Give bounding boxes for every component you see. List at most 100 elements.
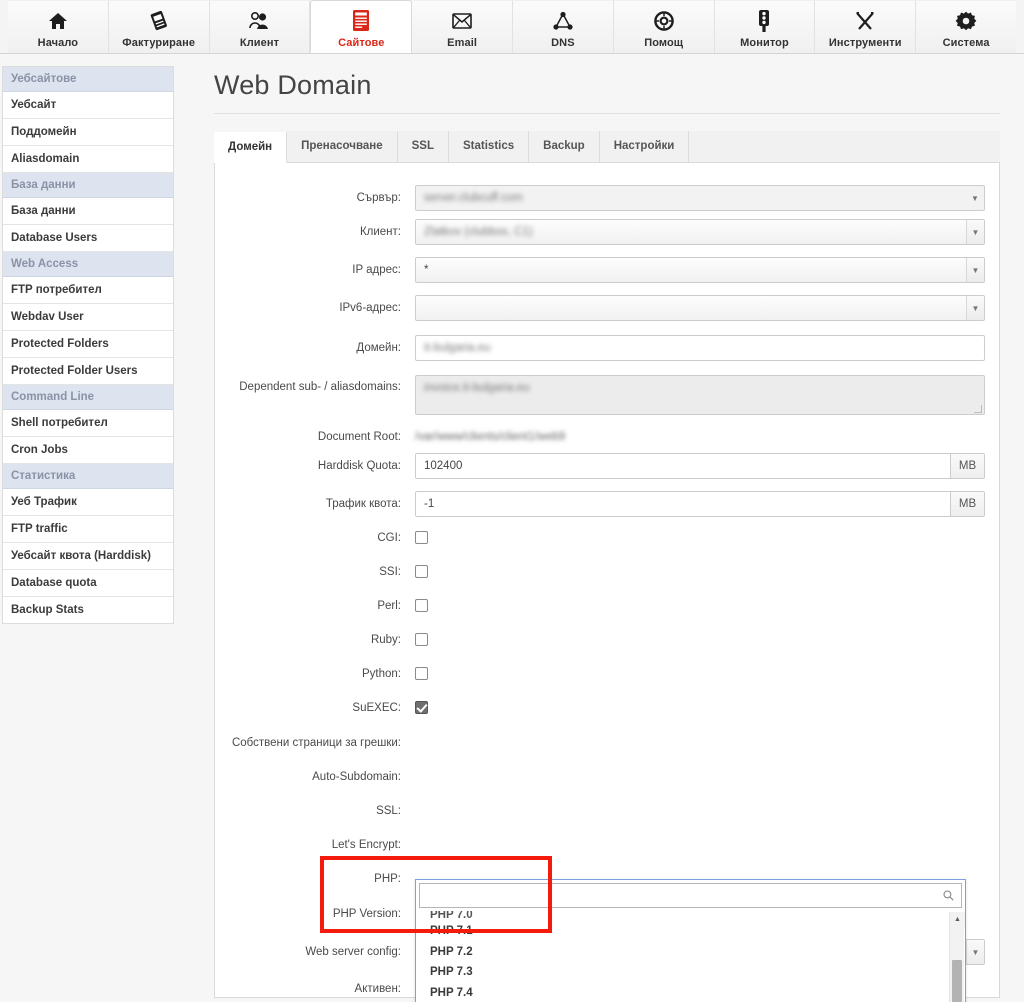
nav-label: Email [447, 37, 478, 49]
dns-icon [552, 8, 574, 34]
field-label: Python: [362, 667, 401, 680]
sidebar-item-database-users[interactable]: Database Users [3, 225, 173, 252]
python-checkbox[interactable] [415, 667, 428, 680]
tab-ssl[interactable]: SSL [397, 131, 449, 162]
resize-grip-icon[interactable] [974, 405, 982, 413]
nav-label: Фактуриране [122, 37, 196, 49]
tab-redirect[interactable]: Пренасочване [287, 131, 398, 162]
dependent-domains-textarea[interactable]: invoice.it-bulgaria.eu [415, 375, 985, 415]
dropdown-option[interactable]: PHP 7.4 [416, 983, 965, 1002]
field-row-ssi: SSI: [215, 565, 985, 578]
sidebar-group-title: Уебсайтове [3, 67, 173, 92]
ip-select[interactable]: * ▼ [415, 257, 985, 283]
field-row-lets-encrypt: Let's Encrypt: [215, 839, 985, 851]
domain-form: Сървър: server.clubcuff.com ▼ Клиент: Zl… [214, 163, 1000, 1002]
nav-item-system[interactable]: Система [916, 0, 1016, 53]
nav-item-help[interactable]: Помощ [613, 0, 715, 53]
sidebar-item-subdomain[interactable]: Поддомейн [3, 119, 173, 146]
harddisk-quota-unit: MB [951, 453, 985, 479]
field-label: SuEXEC: [352, 701, 401, 714]
harddisk-quota-input[interactable]: 102400 [415, 453, 951, 479]
traffic-quota-unit: MB [951, 491, 985, 517]
sidebar-item-shell-user[interactable]: Shell потребител [3, 410, 173, 437]
ipv6-select[interactable]: ▼ [415, 295, 985, 321]
nav-item-dns[interactable]: DNS [512, 0, 614, 53]
domain-input[interactable]: it-bulgaria.eu [415, 335, 985, 361]
php-version-dropdown[interactable]: PHP 7.0 PHP 7.1 PHP 7.2 PHP 7.3 PHP 7.4 … [415, 879, 966, 1002]
dropdown-search-field[interactable] [419, 883, 962, 908]
traffic-quota-input[interactable]: -1 [415, 491, 951, 517]
perl-checkbox[interactable] [415, 599, 428, 612]
nav-label: Система [942, 37, 990, 49]
sidebar-group-title: Web Access [3, 252, 173, 277]
field-label: Harddisk Quota: [317, 460, 401, 472]
nav-item-tools[interactable]: Инструменти [815, 0, 917, 53]
tab-domain[interactable]: Домейн [214, 132, 288, 163]
field-label: Web server config: [305, 946, 401, 958]
dropdown-option-partial[interactable]: PHP 7.0 [416, 911, 965, 921]
sidebar-item-web-traffic[interactable]: Уеб Трафик [3, 489, 173, 516]
monitor-icon [756, 8, 772, 34]
nav-item-monitor[interactable]: Монитор [714, 0, 816, 53]
nav-item-home[interactable]: Начало [8, 0, 109, 53]
field-label: IP адрес: [352, 264, 401, 276]
nav-label: DNS [551, 37, 575, 49]
search-icon [943, 890, 954, 904]
sidebar-item-website[interactable]: Уебсайт [3, 92, 173, 119]
server-value: server.clubcuff.com [424, 192, 523, 204]
server-select[interactable]: server.clubcuff.com ▼ [415, 185, 985, 211]
cgi-checkbox[interactable] [415, 531, 428, 544]
nav-item-client[interactable]: Клиент [209, 0, 311, 53]
sidebar-item-protected-folders[interactable]: Protected Folders [3, 331, 173, 358]
tab-statistics[interactable]: Statistics [449, 131, 530, 162]
system-icon [955, 8, 977, 34]
dropdown-option[interactable]: PHP 7.2 [416, 942, 965, 963]
tab-backup[interactable]: Backup [529, 131, 600, 162]
field-row-perl: Perl: [215, 599, 985, 612]
scrollbar-thumb[interactable] [952, 960, 962, 1002]
nav-label: Инструменти [828, 37, 902, 49]
client-icon [247, 8, 271, 34]
ruby-checkbox[interactable] [415, 633, 428, 646]
field-row-ipv6: IPv6-адрес: ▼ [215, 295, 985, 321]
client-select[interactable]: Zlatkov (clubbox, C1) ▼ [415, 219, 985, 245]
sidebar-item-cron-jobs[interactable]: Cron Jobs [3, 437, 173, 464]
field-label: Auto-Subdomain: [312, 771, 401, 783]
tab-bar: Домейн Пренасочване SSL Statistics Backu… [214, 131, 1000, 163]
sidebar-item-aliasdomain[interactable]: Aliasdomain [3, 146, 173, 173]
sidebar-item-ftp-traffic[interactable]: FTP traffic [3, 516, 173, 543]
dropdown-scrollbar[interactable]: ▲ ▼ [949, 912, 965, 1002]
field-label: Клиент: [359, 226, 401, 238]
page-title: Web Domain [214, 70, 372, 100]
tools-icon [854, 8, 876, 34]
field-label: Домейн: [356, 342, 401, 354]
field-row-python: Python: [215, 667, 985, 680]
sidebar-item-database[interactable]: База данни [3, 198, 173, 225]
field-label: CGI: [377, 531, 401, 544]
dropdown-option-list[interactable]: PHP 7.0 PHP 7.1 PHP 7.2 PHP 7.3 PHP 7.4 … [416, 911, 965, 1002]
dropdown-option[interactable]: PHP 7.3 [416, 962, 965, 983]
field-row-auto-subdomain: Auto-Subdomain: [215, 771, 985, 783]
sidebar-item-ftp-user[interactable]: FTP потребител [3, 277, 173, 304]
sidebar-item-database-quota[interactable]: Database quota [3, 570, 173, 597]
chevron-down-icon: ▼ [971, 193, 979, 203]
field-label: Трафик квота: [325, 498, 401, 510]
suexec-checkbox[interactable] [415, 701, 428, 714]
email-icon [450, 8, 474, 34]
nav-item-email[interactable]: Email [412, 0, 513, 53]
chevron-down-icon: ▼ [966, 296, 984, 320]
field-row-ip: IP адрес: * ▼ [215, 257, 985, 283]
sidebar-item-website-quota[interactable]: Уебсайт квота (Harddisk) [3, 543, 173, 570]
nav-item-invoice[interactable]: Фактуриране [108, 0, 210, 53]
ssi-checkbox[interactable] [415, 565, 428, 578]
sidebar-item-webdav-user[interactable]: Webdav User [3, 304, 173, 331]
tab-settings[interactable]: Настройки [599, 131, 690, 162]
sidebar-group-websites: Уебсайтове Уебсайт Поддомейн Aliasdomain… [2, 66, 174, 624]
sidebar-item-protected-folder-users[interactable]: Protected Folder Users [3, 358, 173, 385]
dropdown-option[interactable]: PHP 7.1 [416, 921, 965, 942]
scroll-up-icon[interactable]: ▲ [950, 912, 965, 927]
sidebar-item-backup-stats[interactable]: Backup Stats [3, 597, 173, 623]
nav-item-sites[interactable]: Сайтове [310, 0, 413, 53]
sidebar-group-title: Command Line [3, 385, 173, 410]
nav-label: Сайтове [338, 36, 385, 49]
